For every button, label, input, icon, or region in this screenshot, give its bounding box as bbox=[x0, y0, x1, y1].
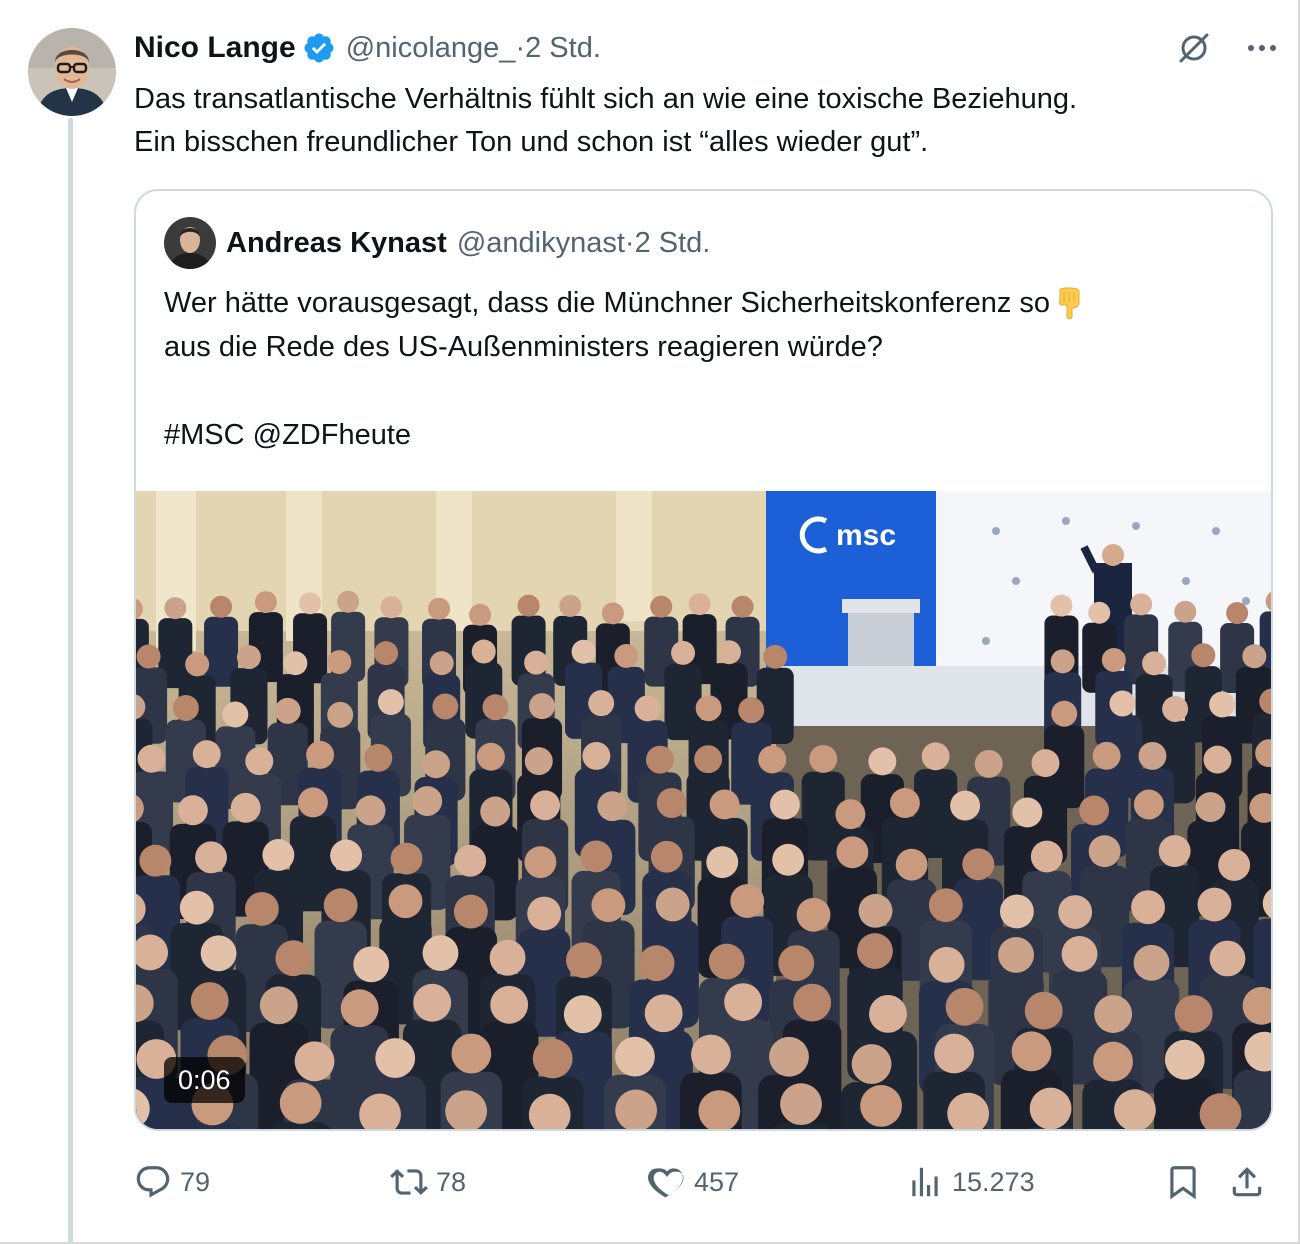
like-icon bbox=[648, 1168, 684, 1198]
like-button[interactable]: 457 bbox=[648, 1160, 739, 1204]
pointing-down-emoji bbox=[1058, 287, 1080, 319]
views-icon bbox=[912, 1167, 938, 1197]
reply-button[interactable]: 79 bbox=[134, 1160, 210, 1204]
tweet-header: Nico Lange @nicolange_ · 2 Std. bbox=[134, 28, 601, 68]
author-name[interactable]: Nico Lange bbox=[134, 31, 296, 65]
meta-separator: · bbox=[515, 31, 526, 64]
tweet-time[interactable]: 2 Std. bbox=[525, 32, 601, 65]
action-bar: 79 78 457 15.273 bbox=[134, 1160, 1274, 1204]
quoted-text-line: Wer hätte vorausgesagt, dass die Münchne… bbox=[164, 287, 1051, 319]
msc-logo-text: msc bbox=[836, 519, 896, 552]
top-actions bbox=[1176, 30, 1280, 66]
quoted-text-line: aus die Rede des US-Außenministers reagi… bbox=[164, 331, 883, 363]
reply-count: 79 bbox=[180, 1166, 211, 1197]
share-button[interactable] bbox=[1228, 1160, 1274, 1204]
quoted-tweet-text: Wer hätte vorausgesagt, dass die Münchne… bbox=[164, 281, 1254, 457]
like-count: 457 bbox=[694, 1166, 740, 1197]
video-frame: msc bbox=[136, 491, 1271, 1129]
video-duration: 0:06 bbox=[164, 1057, 245, 1103]
repost-count: 78 bbox=[436, 1166, 467, 1197]
verified-badge-icon bbox=[304, 33, 334, 63]
reply-icon bbox=[136, 1166, 170, 1198]
video-player[interactable]: msc 0:06 bbox=[136, 491, 1271, 1129]
bookmark-icon bbox=[1170, 1166, 1196, 1200]
views-count: 15.273 bbox=[952, 1166, 1035, 1197]
quoted-author-name[interactable]: Andreas Kynast bbox=[226, 227, 447, 260]
thread-line bbox=[68, 118, 73, 1244]
repost-button[interactable]: 78 bbox=[390, 1160, 466, 1204]
quoted-text-hashtags[interactable]: #MSC @ZDFheute bbox=[164, 413, 1254, 457]
quoted-tweet-time[interactable]: 2 Std. bbox=[635, 227, 711, 260]
views-button[interactable]: 15.273 bbox=[906, 1160, 1035, 1204]
tweet-text-line: Das transatlantische Verhältnis fühlt si… bbox=[134, 83, 1078, 115]
share-icon bbox=[1232, 1167, 1262, 1197]
repost-icon bbox=[390, 1169, 428, 1195]
author-handle[interactable]: @nicolange_ bbox=[346, 32, 516, 65]
meta-separator: · bbox=[624, 226, 635, 259]
quoted-tweet[interactable]: Andreas Kynast @andikynast · 2 Std. Wer … bbox=[134, 189, 1273, 1131]
bookmark-button[interactable] bbox=[1164, 1160, 1210, 1204]
tweet-text: Das transatlantische Verhältnis fühlt si… bbox=[134, 78, 1274, 164]
author-avatar[interactable] bbox=[28, 28, 116, 116]
tweet-text-line: Ein bisschen freundlicher Ton und schon … bbox=[134, 126, 929, 158]
grok-icon[interactable] bbox=[1176, 30, 1212, 66]
quoted-author-handle[interactable]: @andikynast bbox=[457, 227, 625, 260]
quoted-author-avatar[interactable] bbox=[164, 217, 216, 269]
quoted-tweet-header: Andreas Kynast @andikynast · 2 Std. bbox=[164, 217, 710, 269]
more-icon[interactable] bbox=[1244, 30, 1280, 66]
